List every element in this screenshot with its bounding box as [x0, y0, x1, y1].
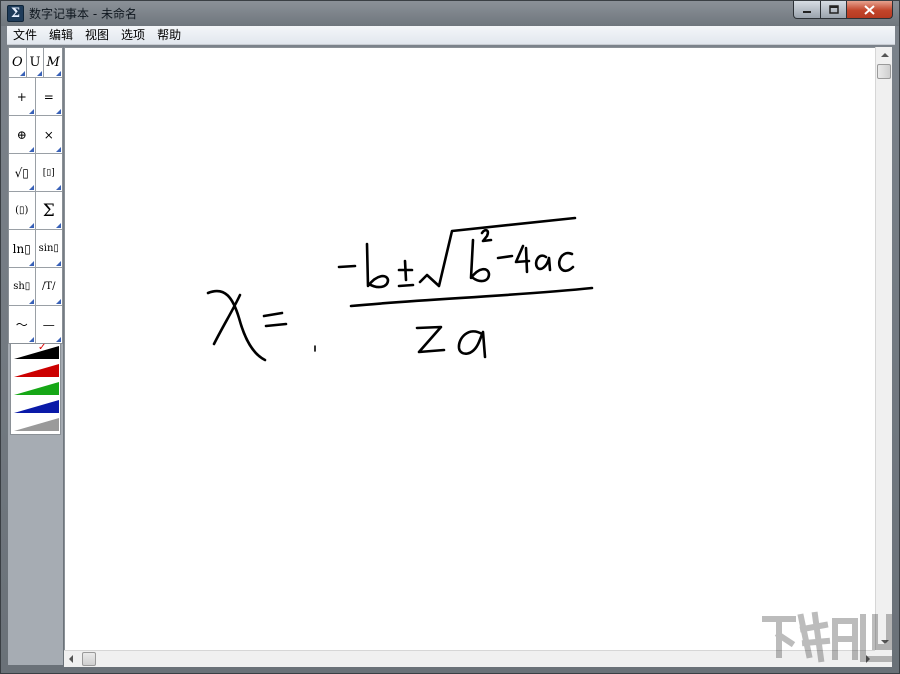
tool-style-m[interactable]: M	[44, 48, 62, 77]
stroke-b2	[469, 238, 491, 283]
menu-options[interactable]: 选项	[115, 26, 151, 45]
check-icon: ✓	[38, 342, 47, 353]
stroke-2a	[457, 330, 487, 359]
color-red-swatch[interactable]	[14, 364, 59, 377]
stroke-4b	[524, 246, 529, 274]
window-title: 数字记事本 - 未命名	[29, 7, 137, 21]
stroke-eq-2	[264, 322, 288, 328]
stroke-minus	[337, 264, 357, 269]
stroke-pm-bottom	[397, 283, 415, 288]
horizontal-scroll-thumb[interactable]	[82, 652, 96, 666]
stroke-pm-v	[403, 259, 408, 282]
tool-sh[interactable]: sh▯	[9, 268, 36, 305]
stroke-2	[415, 325, 446, 354]
tool-sqrt[interactable]: √▯	[9, 154, 36, 191]
tool-row-sums: (▯) Σ	[9, 192, 62, 230]
close-button[interactable]	[847, 1, 893, 19]
math-tools: O U M + = ⊕ × √▯ [▯] (▯) Σ ln▯ sin▯ sh▯ …	[8, 47, 63, 344]
scroll-left-icon[interactable]	[69, 655, 73, 663]
tool-dash[interactable]: —	[35, 306, 62, 343]
tool-tilde[interactable]: 〜	[9, 306, 36, 343]
title-bar[interactable]: Σ 数字记事本 - 未命名	[1, 1, 899, 26]
tool-sin[interactable]: sin▯	[35, 230, 62, 267]
stroke-eq-1	[262, 311, 284, 318]
tool-row-radicals: √▯ [▯]	[9, 154, 62, 192]
tool-equals[interactable]: =	[35, 78, 62, 115]
stroke-a	[534, 254, 552, 272]
close-icon	[864, 4, 875, 15]
scroll-corner	[875, 650, 892, 667]
stroke-sqrt	[418, 216, 577, 288]
stroke-x-2	[212, 293, 242, 346]
app-icon[interactable]: Σ	[7, 5, 24, 22]
tool-matrix[interactable]: [▯]	[35, 154, 62, 191]
tool-row-logs: ln▯ sin▯	[9, 230, 62, 268]
scroll-right-icon[interactable]	[866, 655, 870, 663]
horizontal-scrollbar[interactable]	[64, 650, 875, 667]
style-row: O U M	[9, 48, 62, 78]
tool-style-u[interactable]: U	[26, 48, 45, 77]
tool-row-products: ⊕ ×	[9, 116, 62, 154]
handwritten-formula	[206, 216, 594, 362]
color-gray-swatch[interactable]	[14, 418, 59, 431]
tool-sigma[interactable]: Σ	[35, 192, 62, 229]
maximize-icon	[828, 4, 839, 14]
stroke-minus2	[496, 254, 514, 260]
color-black-swatch[interactable]: ✓	[14, 342, 59, 359]
menu-file[interactable]: 文件	[7, 26, 43, 45]
stroke-sup2	[480, 228, 493, 243]
stroke-fraction-bar	[349, 286, 594, 308]
tool-circled-plus[interactable]: ⊕	[9, 116, 36, 153]
vertical-scrollbar[interactable]	[875, 47, 892, 650]
menu-view[interactable]: 视图	[79, 26, 115, 45]
scroll-up-icon[interactable]	[881, 53, 889, 57]
color-blue-swatch[interactable]	[14, 400, 59, 413]
window-controls	[793, 1, 893, 19]
maximize-button[interactable]	[821, 1, 847, 19]
tool-palette: O U M + = ⊕ × √▯ [▯] (▯) Σ ln▯ sin▯ sh▯ …	[8, 47, 63, 665]
app-window: Σ 数字记事本 - 未命名 文件 编辑 视图 选项 帮助 O U M + = ⊕…	[0, 0, 900, 674]
tool-abs[interactable]: /T/	[35, 268, 62, 305]
tool-row-misc: 〜 —	[9, 306, 62, 343]
tool-row-hyperbolic: sh▯ /T/	[9, 268, 62, 306]
minimize-button[interactable]	[793, 1, 821, 19]
color-palette: ✓	[10, 343, 61, 435]
tool-times[interactable]: ×	[35, 116, 62, 153]
stroke-b	[365, 242, 390, 289]
scroll-down-icon[interactable]	[881, 640, 889, 644]
handwriting-canvas[interactable]	[64, 47, 875, 650]
tool-parentheses[interactable]: (▯)	[9, 192, 36, 229]
tool-ln[interactable]: ln▯	[9, 230, 36, 267]
tool-plus[interactable]: +	[9, 78, 36, 115]
color-green-swatch[interactable]	[14, 382, 59, 395]
minimize-icon	[803, 10, 811, 13]
tool-row-operators: + =	[9, 78, 62, 116]
menu-edit[interactable]: 编辑	[43, 26, 79, 45]
tool-style-o[interactable]: O	[9, 48, 27, 77]
stroke-c	[557, 251, 575, 273]
vertical-scroll-thumb[interactable]	[877, 64, 891, 79]
menu-bar: 文件 编辑 视图 选项 帮助	[7, 26, 895, 45]
menu-help[interactable]: 帮助	[151, 26, 187, 45]
